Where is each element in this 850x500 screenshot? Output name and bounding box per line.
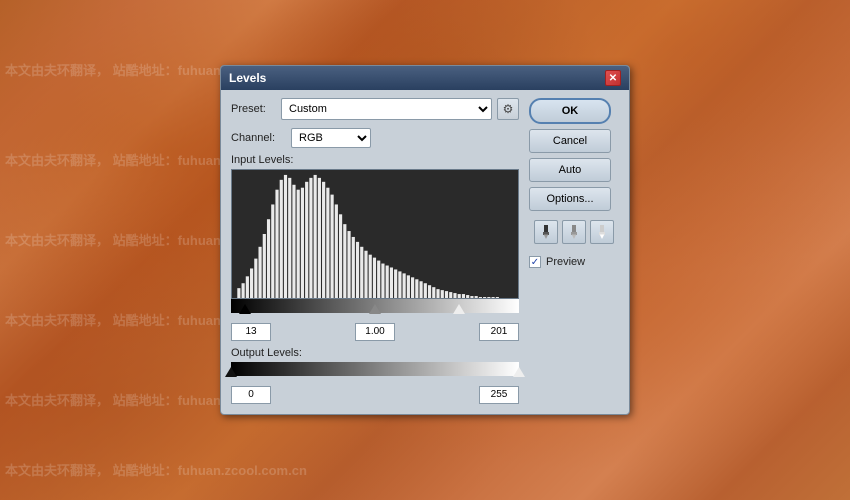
preset-row: Preset: Custom ⚙ <box>231 98 519 120</box>
preset-label: Preset: <box>231 103 276 115</box>
options-button[interactable]: Options... <box>529 187 611 211</box>
histogram <box>231 169 519 299</box>
preview-row: ✓ Preview <box>529 256 619 268</box>
left-panel: Preset: Custom ⚙ Channel: RGB Red Green … <box>231 98 519 404</box>
dialog-body: Preset: Custom ⚙ Channel: RGB Red Green … <box>221 90 629 414</box>
dialog-titlebar: Levels ✕ <box>221 66 629 90</box>
output-black-value[interactable] <box>231 386 271 404</box>
input-black-value[interactable] <box>231 323 271 341</box>
preview-checkbox[interactable]: ✓ <box>529 256 541 268</box>
gear-button[interactable]: ⚙ <box>497 98 519 120</box>
preview-label: Preview <box>546 256 585 268</box>
levels-dialog: Levels ✕ Preset: Custom ⚙ Channel: <box>220 65 630 415</box>
output-values <box>231 386 519 404</box>
channel-label: Channel: <box>231 132 286 144</box>
black-input-handle[interactable] <box>239 304 251 314</box>
input-slider-track[interactable] <box>231 299 519 313</box>
black-output-handle[interactable] <box>225 367 237 377</box>
cancel-button[interactable]: Cancel <box>529 129 611 153</box>
eyedropper-row <box>529 220 619 244</box>
gray-eyedropper-button[interactable] <box>562 220 586 244</box>
preset-select[interactable]: Custom <box>281 98 492 120</box>
white-eyedropper-button[interactable] <box>590 220 614 244</box>
input-slider-area[interactable] <box>231 299 519 321</box>
white-output-handle[interactable] <box>513 367 525 377</box>
input-values <box>231 323 519 341</box>
output-levels-label: Output Levels: <box>231 347 519 359</box>
dialog-overlay: Levels ✕ Preset: Custom ⚙ Channel: <box>0 0 850 500</box>
ok-button[interactable]: OK <box>529 98 611 124</box>
check-mark: ✓ <box>531 257 539 268</box>
white-input-handle[interactable] <box>453 304 465 314</box>
input-white-value[interactable] <box>479 323 519 341</box>
output-slider-area[interactable] <box>231 362 519 384</box>
channel-select[interactable]: RGB Red Green Blue <box>291 128 371 148</box>
mid-input-handle[interactable] <box>369 304 381 314</box>
output-white-value[interactable] <box>479 386 519 404</box>
dialog-title: Levels <box>229 71 266 85</box>
auto-button[interactable]: Auto <box>529 158 611 182</box>
right-panel: OK Cancel Auto Options... <box>529 98 619 404</box>
output-slider-track[interactable] <box>231 362 519 376</box>
channel-row: Channel: RGB Red Green Blue <box>231 128 519 148</box>
input-levels-label: Input Levels: <box>231 154 519 166</box>
input-mid-value[interactable] <box>355 323 395 341</box>
black-eyedropper-button[interactable] <box>534 220 558 244</box>
close-button[interactable]: ✕ <box>605 70 621 86</box>
